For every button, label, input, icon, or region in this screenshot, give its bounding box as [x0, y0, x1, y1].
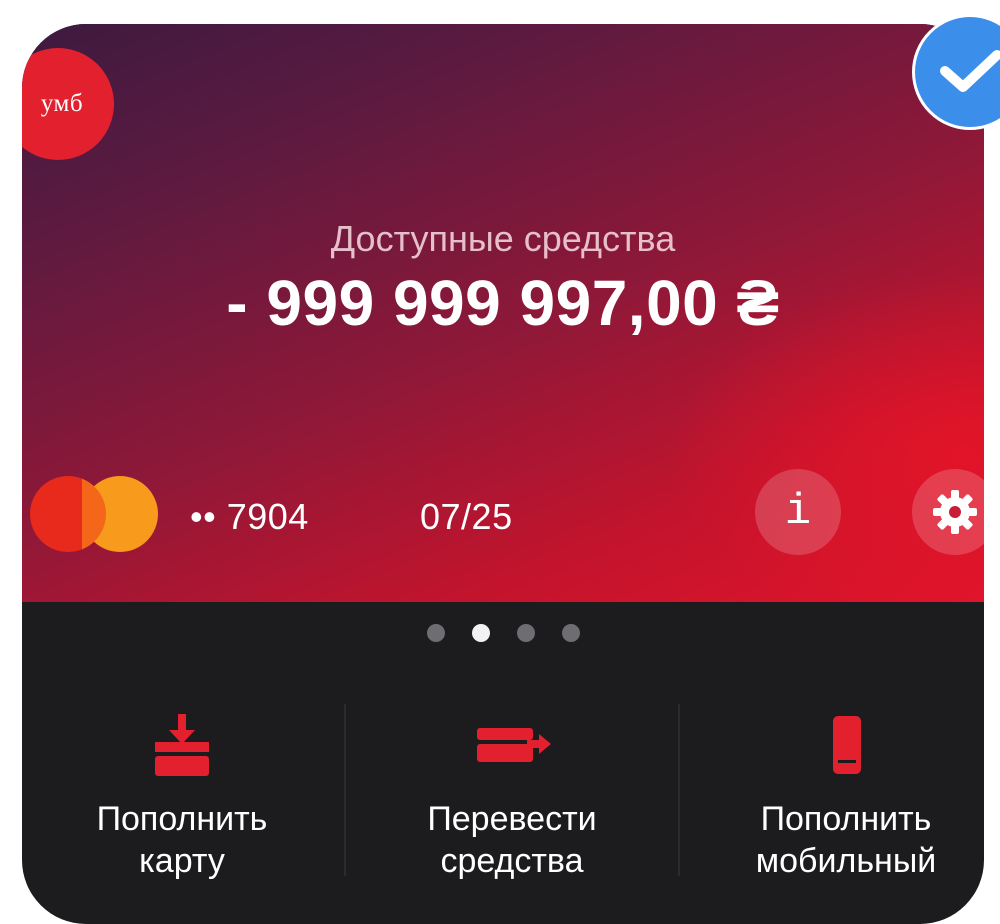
- card-screen: умб Доступные средства - 999 999 997,00 …: [22, 24, 984, 924]
- card-expiry: 07/25: [420, 496, 513, 537]
- card-number: •• 7904: [190, 496, 309, 537]
- mastercard-logo-icon: [30, 476, 170, 552]
- top-up-mobile-label: Пополнить мобильный: [755, 800, 937, 880]
- divider: [344, 704, 346, 876]
- bank-card[interactable]: умб Доступные средства - 999 999 997,00 …: [22, 24, 984, 602]
- transfer-funds-label: Перевести средства: [427, 800, 597, 880]
- bank-logo: умб: [22, 48, 114, 160]
- info-icon: i: [784, 487, 812, 537]
- divider: [678, 704, 680, 876]
- pager-dot[interactable]: [561, 624, 580, 642]
- settings-button[interactable]: [912, 469, 984, 555]
- pager-dot[interactable]: [516, 624, 535, 642]
- mobile-top-up-icon: [833, 716, 861, 774]
- balance-amount: - 999 999 997,00 ₴: [226, 267, 780, 339]
- gear-icon: [933, 490, 977, 534]
- card-transfer-icon: [477, 728, 551, 762]
- card-pager: [22, 624, 984, 642]
- pager-dot[interactable]: [426, 624, 445, 642]
- balance-label: Доступные средства: [330, 218, 676, 259]
- top-up-mobile-button[interactable]: Пополнить мобильный: [686, 704, 984, 894]
- quick-actions: Пополнить карту Перевести средства Попол…: [22, 704, 984, 894]
- card-top-up-icon: [155, 714, 209, 776]
- top-up-card-button[interactable]: Пополнить карту: [22, 704, 342, 894]
- checkmark-icon: [940, 50, 1000, 92]
- top-up-card-label: Пополнить карту: [96, 800, 268, 880]
- info-button[interactable]: i: [755, 469, 841, 555]
- transfer-funds-button[interactable]: Перевести средства: [352, 704, 672, 894]
- pager-dot-active[interactable]: [471, 624, 490, 642]
